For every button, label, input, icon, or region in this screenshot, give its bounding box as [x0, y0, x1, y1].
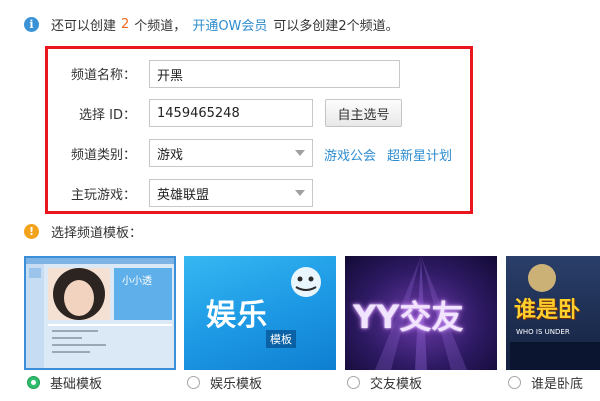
supernova-plan-link[interactable]: 超新星计划	[387, 145, 452, 164]
template-label-who-is-spy: 谁是卧底	[531, 377, 584, 392]
spy-thumb-title: 谁是卧	[514, 298, 581, 323]
template-option-entertainment[interactable]: 娱乐模板	[187, 373, 262, 392]
channel-category-select[interactable]: 游戏	[149, 139, 313, 167]
social-thumb-title: YY交友	[353, 298, 464, 336]
template-thumb-social[interactable]: YY交友	[345, 256, 497, 370]
template-option-who-is-spy[interactable]: 谁是卧底	[508, 373, 583, 392]
template-option-basic[interactable]: 基础模板	[27, 373, 102, 392]
info-line: i 还可以创建 2 个频道， 开通OW会员 可以多创建2个频道。	[24, 14, 399, 34]
entertainment-thumb-title: 娱乐	[206, 298, 268, 333]
template-thumb-who-is-spy[interactable]: 谁是卧 WHO IS UNDER	[506, 256, 600, 370]
spy-thumb-sub: WHO IS UNDER	[516, 328, 570, 336]
guild-link[interactable]: 游戏公会	[324, 145, 376, 164]
template-thumb-entertainment[interactable]: 娱乐 模板	[184, 256, 336, 370]
channel-id-row: 选择 ID：	[0, 103, 136, 123]
remaining-count: 2	[121, 16, 130, 32]
basic-template-thumb-text: 小小透	[122, 276, 152, 287]
info-prefix: 还可以创建	[51, 18, 117, 34]
info-suffix: 个频道，	[134, 18, 187, 34]
channel-category-label: 频道类别：	[70, 148, 136, 163]
entertainment-thumb-sub: 模板	[266, 330, 296, 348]
channel-id-input[interactable]	[149, 99, 313, 127]
radio-entertainment[interactable]	[187, 376, 200, 389]
channel-category-row: 频道类别：	[0, 143, 136, 163]
channel-name-row: 频道名称：	[0, 63, 136, 83]
main-game-label: 主玩游戏：	[70, 188, 136, 203]
main-game-select[interactable]: 英雄联盟	[149, 179, 313, 207]
chevron-down-icon	[295, 190, 305, 196]
template-label-basic: 基础模板	[50, 377, 103, 392]
info-tail: 可以多创建2个频道。	[273, 18, 399, 34]
channel-name-input[interactable]	[149, 60, 400, 88]
custom-id-button[interactable]: 自主选号	[325, 99, 402, 127]
main-game-value: 英雄联盟	[157, 187, 210, 203]
warning-icon: !	[24, 223, 39, 239]
template-label-entertainment: 娱乐模板	[210, 377, 263, 392]
template-title-text: 选择频道模板：	[51, 225, 143, 241]
template-label-social: 交友模板	[370, 377, 423, 392]
channel-id-label: 选择 ID：	[79, 108, 136, 123]
template-option-social[interactable]: 交友模板	[347, 373, 422, 392]
chevron-down-icon	[295, 150, 305, 156]
template-thumb-basic[interactable]: 小小透	[24, 256, 176, 370]
info-icon: i	[24, 16, 39, 32]
template-section-title: ! 选择频道模板：	[24, 221, 142, 241]
channel-category-value: 游戏	[157, 147, 184, 163]
radio-who-is-spy[interactable]	[508, 376, 521, 389]
channel-name-label: 频道名称：	[70, 68, 136, 83]
main-game-row: 主玩游戏：	[0, 183, 136, 203]
radio-basic[interactable]	[27, 376, 40, 389]
open-ow-member-link[interactable]: 开通OW会员	[192, 15, 267, 34]
radio-social[interactable]	[347, 376, 360, 389]
